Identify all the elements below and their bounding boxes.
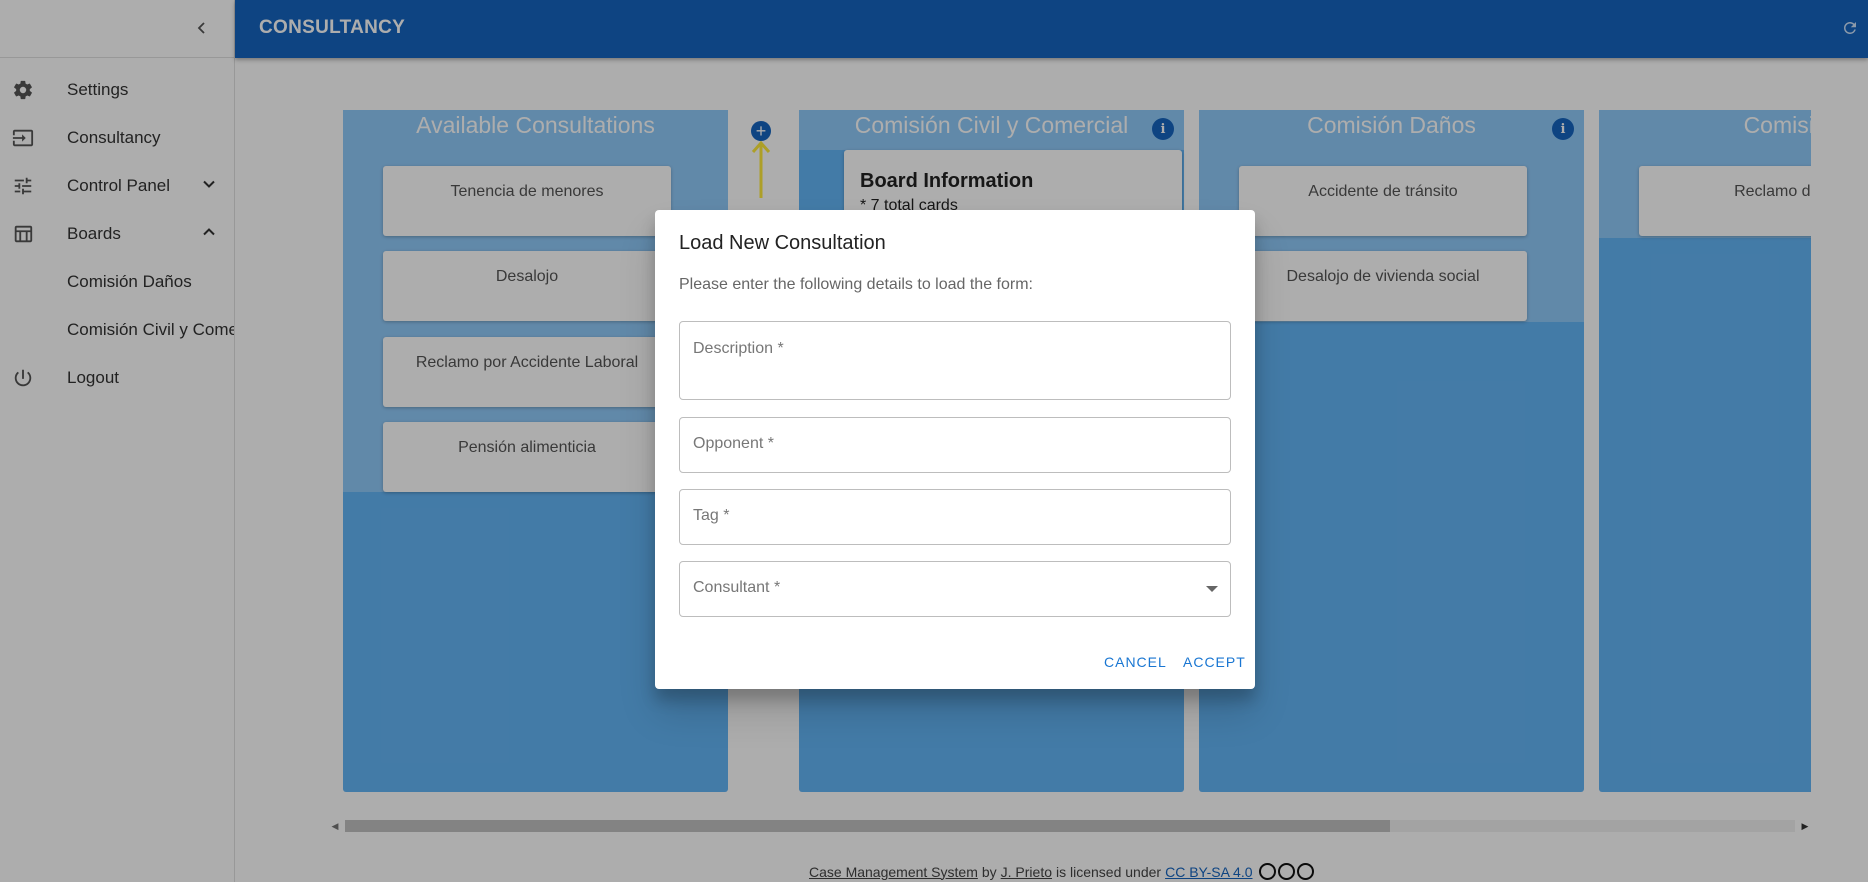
dialog-title: Load New Consultation [679, 232, 886, 254]
description-placeholder: Description * [693, 340, 784, 357]
dialog-text: Please enter the following details to lo… [679, 276, 1033, 293]
tag-field[interactable]: Tag * [679, 489, 1231, 545]
consultant-select[interactable]: Consultant * [679, 561, 1231, 617]
tag-placeholder: Tag * [693, 507, 730, 524]
cancel-button[interactable]: CANCEL [1104, 654, 1167, 670]
opponent-placeholder: Opponent * [693, 435, 774, 452]
load-consultation-dialog: Load New Consultation Please enter the f… [655, 210, 1255, 689]
dropdown-arrow-icon [1206, 586, 1218, 592]
description-field[interactable]: Description * [679, 321, 1231, 400]
opponent-field[interactable]: Opponent * [679, 417, 1231, 473]
consultant-placeholder: Consultant * [693, 579, 781, 596]
accept-button[interactable]: ACCEPT [1183, 654, 1246, 670]
